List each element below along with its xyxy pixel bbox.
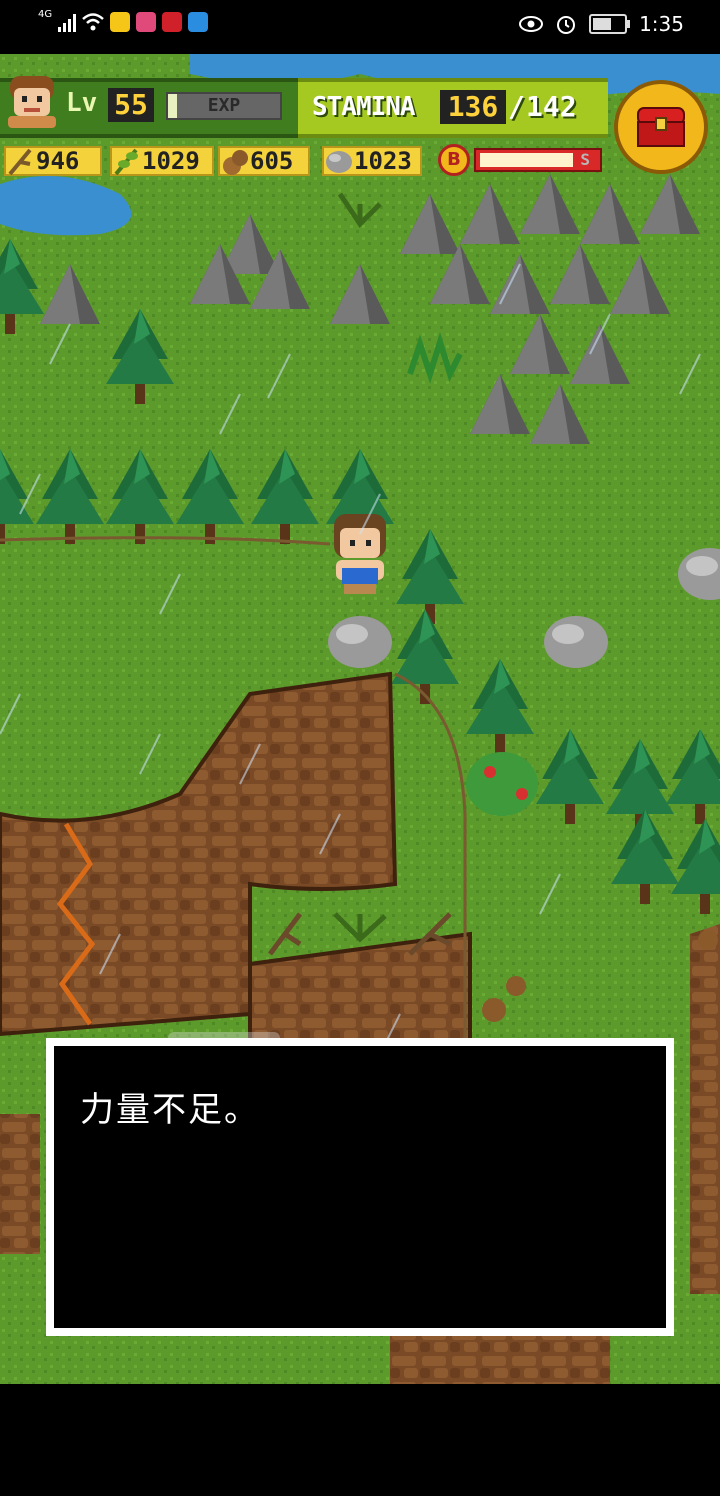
boulder[interactable] bbox=[544, 616, 608, 668]
message-dialog[interactable]: 力量不足。 bbox=[46, 1038, 674, 1336]
boost-bar: S bbox=[474, 148, 602, 172]
boost-coin-icon: B bbox=[438, 144, 470, 176]
stamina-current: 136 bbox=[440, 90, 506, 124]
nut-item[interactable] bbox=[482, 998, 506, 1022]
status-bar: 4G 1:35 bbox=[0, 0, 720, 54]
dialog-message: 力量不足。 bbox=[80, 1090, 260, 1130]
nut-item[interactable] bbox=[506, 976, 526, 996]
status-bar-right: 1:35 bbox=[519, 12, 684, 36]
nut-icon bbox=[223, 150, 248, 175]
treasure-chest-icon bbox=[637, 107, 685, 147]
treasure-chest-button[interactable] bbox=[614, 80, 708, 174]
stone-icon bbox=[326, 151, 352, 173]
eye-icon bbox=[519, 16, 544, 32]
level-label: Lv bbox=[66, 88, 98, 118]
exp-bar: EXP bbox=[166, 92, 282, 120]
boost-meter[interactable]: B S bbox=[436, 142, 608, 178]
branch-icon bbox=[8, 148, 32, 176]
resource-stone-count: 1023 bbox=[354, 147, 412, 175]
status-bar-left: 4G bbox=[38, 8, 209, 32]
nut-item[interactable] bbox=[698, 930, 718, 950]
level-panel: Lv 55 EXP bbox=[0, 76, 298, 138]
clock: 1:35 bbox=[639, 12, 684, 36]
exp-label: EXP bbox=[207, 95, 241, 116]
signal-icon bbox=[58, 12, 77, 32]
level-value: 55 bbox=[108, 88, 154, 122]
resource-nut-count: 605 bbox=[250, 147, 294, 175]
stamina-label: STAMINA bbox=[312, 92, 416, 122]
boost-end-label: S bbox=[580, 150, 590, 169]
huawei-app-icon bbox=[162, 12, 183, 32]
stamina-max: 142 bbox=[526, 90, 577, 123]
boost-bar-fill bbox=[480, 153, 573, 167]
resource-herb: 1029 bbox=[110, 146, 214, 176]
resource-branch: 946 bbox=[4, 146, 102, 176]
stamina-panel: STAMINA 136 / 142 bbox=[298, 78, 608, 138]
resource-stone: 1023 bbox=[322, 146, 422, 176]
resource-herb-count: 1029 bbox=[142, 147, 200, 175]
resource-branch-count: 946 bbox=[36, 147, 80, 175]
player-avatar-icon[interactable] bbox=[4, 72, 60, 130]
game-view[interactable]: Lv 55 EXP STAMINA 136 / 142 946 1029 605… bbox=[0, 54, 720, 1384]
bottom-bar bbox=[0, 1384, 720, 1496]
battery-icon bbox=[589, 14, 631, 34]
browser-app-icon bbox=[188, 12, 209, 32]
resource-nut: 605 bbox=[218, 146, 310, 176]
berry-bush[interactable] bbox=[466, 752, 538, 816]
boulder[interactable] bbox=[328, 616, 392, 668]
wifi-icon bbox=[82, 13, 104, 31]
star-app-icon bbox=[110, 12, 131, 32]
face-app-icon bbox=[136, 12, 157, 32]
network-type: 4G bbox=[38, 8, 53, 20]
alarm-icon bbox=[557, 16, 576, 34]
herb-icon bbox=[114, 148, 138, 176]
stamina-separator: / bbox=[508, 90, 525, 123]
